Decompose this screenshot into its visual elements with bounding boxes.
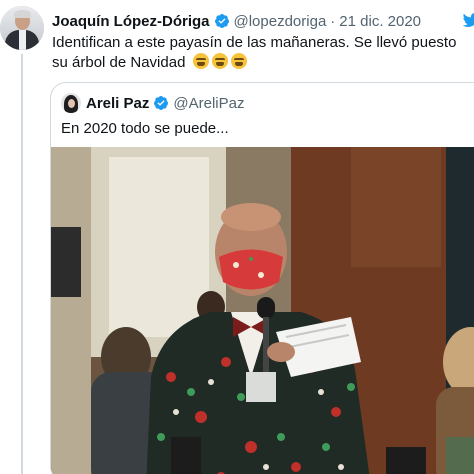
twitter-bird-icon[interactable] [462, 11, 474, 29]
quoted-tweet-photo[interactable] [51, 147, 474, 474]
separator-dot: · [330, 12, 336, 30]
tweet-text: Identifican a este payasín de las mañane… [52, 34, 457, 71]
author-avatar[interactable] [0, 6, 44, 50]
verified-badge-icon [154, 96, 169, 110]
author-name[interactable]: Joaquín López-Dóriga [52, 13, 210, 30]
quoted-tweet-card[interactable]: Areli Paz @AreliPaz En 2020 todo se pued… [50, 82, 474, 474]
tired-face-emoji [230, 53, 247, 69]
tired-face-emoji [211, 53, 228, 69]
quoted-author-avatar[interactable] [61, 93, 81, 113]
quoted-author-handle[interactable]: @AreliPaz [173, 95, 244, 112]
quoted-tweet-header: Areli Paz @AreliPaz [61, 93, 244, 113]
tweet-body: Identifican a este payasín de las mañane… [52, 33, 472, 73]
photo-illustration [51, 147, 474, 474]
tired-face-emoji [192, 53, 209, 69]
author-handle[interactable]: @lopezdoriga [234, 13, 327, 30]
quoted-author-name[interactable]: Areli Paz [86, 95, 149, 112]
tweet-date[interactable]: 21 dic. 2020 [339, 13, 421, 30]
thread-line [21, 54, 23, 474]
verified-badge-icon [214, 14, 229, 28]
tweet-header: Joaquín López-Dóriga @lopezdoriga · 21 d… [52, 11, 474, 31]
quoted-tweet-text: En 2020 todo se puede... [61, 120, 229, 137]
